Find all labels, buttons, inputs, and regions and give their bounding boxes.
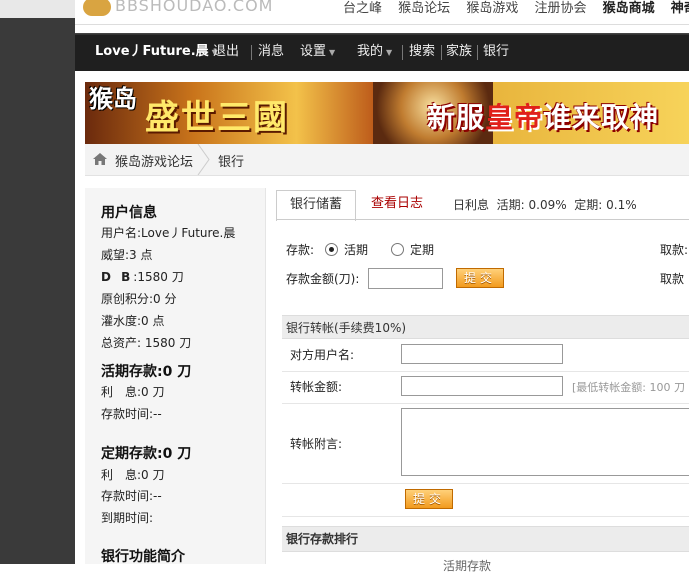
deposit-submit-button[interactable]: 提交 <box>456 268 504 288</box>
daily-rate-label: 日利息 <box>453 198 490 212</box>
tab-log[interactable]: 查看日志 <box>371 190 423 220</box>
row-divider <box>282 516 689 517</box>
current-rate: 活期: 0.09% <box>496 198 567 212</box>
transfer-amount-input[interactable] <box>401 376 563 396</box>
breadcrumb-current: 银行 <box>218 155 245 170</box>
slogan-part: 谁来取 <box>543 101 631 134</box>
nav-messages[interactable]: 消息 <box>258 34 284 71</box>
slogan-part: 神 <box>630 101 660 134</box>
top-link[interactable]: 猴岛商城 <box>603 1 655 16</box>
home-icon[interactable] <box>93 153 107 165</box>
radio-current-label: 活期 <box>344 243 369 257</box>
current-interest: 利 息:0 刀 <box>101 385 165 399</box>
transfer-target-label: 对方用户名: <box>290 348 355 362</box>
transfer-submit-button[interactable]: 提交 <box>405 489 453 509</box>
slogan-part: 新服 <box>427 101 486 134</box>
row-divider <box>282 483 689 484</box>
breadcrumb-separator-icon <box>197 144 210 175</box>
nav-divider <box>402 45 403 60</box>
radio-fixed-label: 定期 <box>410 243 435 257</box>
current-deposit-time: 存款时间:-- <box>101 407 162 421</box>
banner-game-title: 盛世三國 <box>145 98 289 138</box>
fixed-rate: 定期: 0.1% <box>574 198 637 212</box>
transfer-section-header: 银行转帐(手续费10%) <box>282 315 689 339</box>
bank-main: 银行储蓄 查看日志 日利息 活期: 0.09% 定期: 0.1% 存款: 活期 … <box>266 188 689 573</box>
sidebar-total-assets: 总资产: 1580 刀 <box>101 336 192 350</box>
sidebar-username: 用户名:Love丿Future.晨 <box>101 226 236 240</box>
current-deposit-title: 活期存款:0 刀 <box>101 364 192 380</box>
logo-mark-icon <box>83 0 111 16</box>
withdraw-amount-label: 取款 <box>660 272 685 286</box>
sidebar-original-points: 原创积分:0 分 <box>101 292 177 306</box>
nav-divider <box>251 45 252 60</box>
top-link[interactable]: 猴岛游戏 <box>466 1 518 16</box>
nav-mine[interactable]: 我的 ▼ <box>357 34 392 71</box>
logo-text: BBSHOUDAO.COM <box>115 0 274 15</box>
transfer-target-input[interactable] <box>401 344 563 364</box>
fixed-deposit-title: 定期存款:0 刀 <box>101 446 192 462</box>
sidebar-db: D B:1580 刀 <box>101 268 184 285</box>
sidebar-water-level: 灌水度:0 点 <box>101 314 165 328</box>
row-divider <box>282 371 689 372</box>
tab-divider <box>276 219 689 220</box>
banner-slogan: 新服皇帝谁来取神 <box>427 96 659 136</box>
ranking-section-header: 银行存款排行 <box>282 526 689 552</box>
transfer-note-textarea[interactable] <box>401 408 689 476</box>
top-link[interactable]: 注册协会 <box>534 1 586 16</box>
top-link[interactable]: 神奇猴 <box>671 1 689 16</box>
deposit-amount-label: 存款金额(刀): <box>286 272 360 286</box>
nav-divider <box>477 45 478 60</box>
main-nav: Love丿Future.晨 ▼ 退出 消息 设置 ▼ 我的 ▼ 搜索 家族 银行 <box>75 33 689 71</box>
transfer-amount-label: 转帐金额: <box>290 380 343 394</box>
row-divider <box>282 403 689 404</box>
ranking-column-current: 活期存款 <box>443 559 492 573</box>
withdraw-label: 取款: <box>660 243 689 257</box>
db-value: :1580 刀 <box>133 270 184 284</box>
top-links: 台之峰 猴岛论坛 猴岛游戏 注册协会 猴岛商城 神奇猴 <box>343 0 689 16</box>
ranking-title: 银行存款排行 <box>286 532 359 546</box>
user-sidebar: 用户信息 用户名:Love丿Future.晨 威望:3 点 D B:1580 刀… <box>85 188 266 565</box>
nav-logout[interactable]: 退出 <box>213 34 239 71</box>
bank-intro-title: 银行功能简介 <box>101 549 185 565</box>
nav-user-label: Love丿Future.晨 <box>95 44 209 59</box>
top-link[interactable]: 猴岛论坛 <box>398 1 450 16</box>
deposit-label: 存款: <box>286 243 315 257</box>
top-strip: BBSHOUDAO.COM 台之峰 猴岛论坛 猴岛游戏 注册协会 猴岛商城 神奇… <box>75 0 689 25</box>
nav-settings[interactable]: 设置 ▼ <box>300 34 335 71</box>
radio-fixed[interactable] <box>391 243 404 256</box>
breadcrumb-forum[interactable]: 猴岛游戏论坛 <box>115 151 193 170</box>
game-banner[interactable]: 猴岛 盛世三國 新服皇帝谁来取神 <box>85 82 689 144</box>
sidebar-prestige: 威望:3 点 <box>101 248 153 262</box>
nav-mine-label: 我的 <box>357 44 384 59</box>
transfer-note-label: 转帐附言: <box>290 437 343 451</box>
fixed-deposit-time: 存款时间:-- <box>101 489 162 503</box>
radio-current[interactable] <box>325 243 338 256</box>
nav-divider <box>441 45 442 60</box>
fixed-expire-time: 到期时间: <box>101 511 154 525</box>
user-info-title: 用户信息 <box>101 205 157 221</box>
fixed-interest: 利 息:0 刀 <box>101 468 165 482</box>
slogan-highlight: 皇帝 <box>485 101 544 134</box>
tab-deposit[interactable]: 银行储蓄 <box>276 190 356 221</box>
gutter-top <box>0 0 75 18</box>
db-label: D B <box>101 270 134 284</box>
left-gutter <box>0 0 75 564</box>
site-logo[interactable]: BBSHOUDAO.COM <box>83 0 273 16</box>
deposit-amount-input[interactable] <box>368 268 443 289</box>
nav-bank[interactable]: 银行 <box>483 34 509 71</box>
top-link[interactable]: 台之峰 <box>343 1 382 16</box>
transfer-title: 银行转帐(手续费10%) <box>286 321 407 335</box>
chevron-down-icon: ▼ <box>329 48 336 57</box>
nav-search[interactable]: 搜索 <box>409 34 435 71</box>
breadcrumb: 猴岛游戏论坛 银行 <box>85 144 689 176</box>
daily-rate-info: 日利息 活期: 0.09% 定期: 0.1% <box>453 196 637 213</box>
banner-brand: 猴岛 <box>89 85 137 113</box>
nav-family[interactable]: 家族 <box>446 34 472 71</box>
chevron-down-icon: ▼ <box>386 48 393 57</box>
transfer-min-hint: [最低转帐金额: 100 刀 <box>572 381 685 394</box>
nav-user-menu[interactable]: Love丿Future.晨 ▼ <box>95 34 218 71</box>
nav-settings-label: 设置 <box>300 44 327 59</box>
